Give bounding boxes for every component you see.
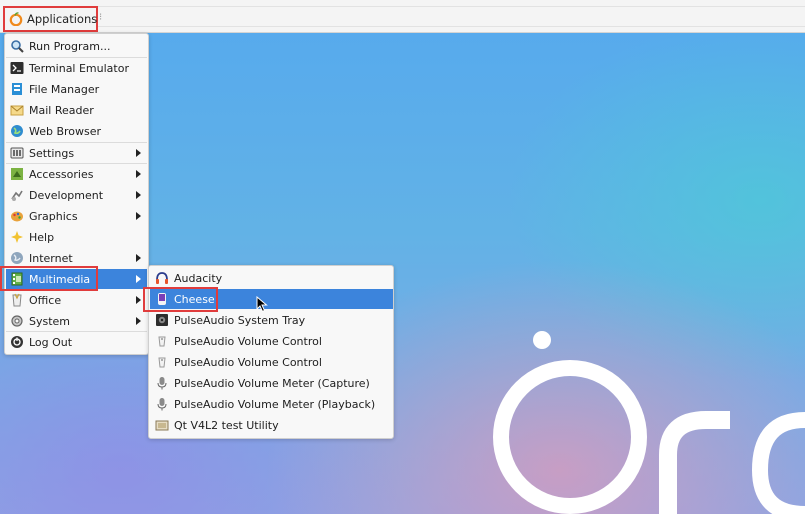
settings-icon xyxy=(10,147,24,159)
menu-item-label: File Manager xyxy=(29,82,100,96)
submenu-item-pulseaudio-volume-meter-playback[interactable]: PulseAudio Volume Meter (Playback) xyxy=(150,394,393,414)
volume-icon xyxy=(158,357,166,368)
terminal-icon xyxy=(10,62,24,74)
submenu-arrow-icon xyxy=(136,254,141,262)
accessories-icon xyxy=(11,168,23,180)
submenu-item-pulseaudio-volume-control-1[interactable]: PulseAudio Volume Control xyxy=(150,331,393,351)
menu-item-label: PulseAudio Volume Control xyxy=(174,334,322,348)
menu-item-terminal-emulator[interactable]: Terminal Emulator xyxy=(6,58,147,78)
office-icon xyxy=(12,293,22,307)
microphone-icon xyxy=(157,398,167,411)
system-icon xyxy=(11,315,23,327)
menu-item-label: Internet xyxy=(29,251,73,265)
menu-item-label: Qt V4L2 test Utility xyxy=(174,418,279,432)
top-panel: Applications ⁝ xyxy=(0,0,805,33)
menu-item-label: Log Out xyxy=(29,335,73,349)
menu-item-label: PulseAudio System Tray xyxy=(174,313,306,327)
menu-item-label: Development xyxy=(29,188,104,202)
menu-item-label: Audacity xyxy=(174,271,223,285)
menu-item-mail-reader[interactable]: Mail Reader xyxy=(6,100,147,120)
menu-item-label: Help xyxy=(29,230,55,244)
menu-item-label: PulseAudio Volume Control xyxy=(174,355,322,369)
submenu-item-cheese[interactable]: Cheese xyxy=(150,289,393,309)
applications-menu-button[interactable]: Applications xyxy=(3,6,98,32)
menu-item-file-manager[interactable]: File Manager xyxy=(6,79,147,99)
submenu-arrow-icon xyxy=(136,317,141,325)
menu-item-label: Multimedia xyxy=(29,272,91,286)
menu-item-help[interactable]: Help xyxy=(6,227,147,247)
internet-icon xyxy=(11,252,23,264)
applications-menu: Run Program... Terminal Emulator File Ma… xyxy=(4,33,149,355)
globe-icon xyxy=(11,125,23,137)
microphone-icon xyxy=(157,377,167,390)
menu-item-log-out[interactable]: Log Out xyxy=(6,332,147,352)
menu-item-multimedia[interactable]: Multimedia xyxy=(6,269,147,289)
logout-icon xyxy=(11,336,23,348)
menu-item-settings[interactable]: Settings xyxy=(6,143,147,163)
submenu-arrow-icon xyxy=(136,191,141,199)
menu-item-accessories[interactable]: Accessories xyxy=(6,164,147,184)
submenu-arrow-icon xyxy=(136,275,141,283)
menu-item-run-program[interactable]: Run Program... xyxy=(6,36,147,56)
submenu-arrow-icon xyxy=(136,296,141,304)
headphones-icon xyxy=(156,272,168,284)
submenu-item-qt-v4l2-test-utility[interactable]: Qt V4L2 test Utility xyxy=(150,415,393,435)
cheese-icon xyxy=(158,293,166,305)
submenu-item-pulseaudio-volume-control-2[interactable]: PulseAudio Volume Control xyxy=(150,352,393,372)
menu-item-label: Settings xyxy=(29,146,75,160)
menu-item-system[interactable]: System xyxy=(6,311,147,331)
submenu-item-pulseaudio-system-tray[interactable]: PulseAudio System Tray xyxy=(150,310,393,330)
menu-item-label: Mail Reader xyxy=(29,103,94,117)
panel-separator-handle[interactable]: ⁝ xyxy=(99,12,102,23)
magnifier-icon xyxy=(11,40,24,53)
menu-item-label: System xyxy=(29,314,71,328)
submenu-arrow-icon xyxy=(136,212,141,220)
menu-item-label: PulseAudio Volume Meter (Capture) xyxy=(174,376,370,390)
menu-item-label: PulseAudio Volume Meter (Playback) xyxy=(174,397,376,411)
menu-item-web-browser[interactable]: Web Browser xyxy=(6,121,147,141)
volume-icon xyxy=(158,336,166,347)
mail-icon xyxy=(10,105,24,116)
mouse-pointer-icon xyxy=(256,296,268,313)
multimedia-icon xyxy=(11,272,23,286)
orange-logo-icon xyxy=(9,12,23,26)
menu-item-label: Terminal Emulator xyxy=(29,61,129,75)
development-icon xyxy=(11,190,23,201)
menu-item-development[interactable]: Development xyxy=(6,185,147,205)
camera-app-icon xyxy=(155,420,169,431)
graphics-icon xyxy=(11,211,23,222)
menu-item-label: Graphics xyxy=(29,209,78,223)
submenu-arrow-icon xyxy=(136,170,141,178)
panel-strip xyxy=(4,6,805,27)
menu-item-label: Office xyxy=(29,293,62,307)
speaker-icon xyxy=(156,314,168,326)
menu-item-internet[interactable]: Internet xyxy=(6,248,147,268)
menu-item-office[interactable]: Office xyxy=(6,290,147,310)
menu-item-label: Run Program... xyxy=(29,39,111,53)
submenu-arrow-icon xyxy=(136,149,141,157)
menu-item-label: Accessories xyxy=(29,167,94,181)
menu-item-graphics[interactable]: Graphics xyxy=(6,206,147,226)
submenu-item-audacity[interactable]: Audacity xyxy=(150,268,393,288)
help-icon xyxy=(11,231,23,243)
file-manager-icon xyxy=(12,83,22,95)
submenu-item-pulseaudio-volume-meter-capture[interactable]: PulseAudio Volume Meter (Capture) xyxy=(150,373,393,393)
menu-item-label: Web Browser xyxy=(29,124,102,138)
multimedia-submenu: Audacity Cheese PulseAudio System Tray P… xyxy=(148,265,394,439)
menu-item-label: Cheese xyxy=(174,292,215,306)
applications-label: Applications xyxy=(27,12,98,26)
